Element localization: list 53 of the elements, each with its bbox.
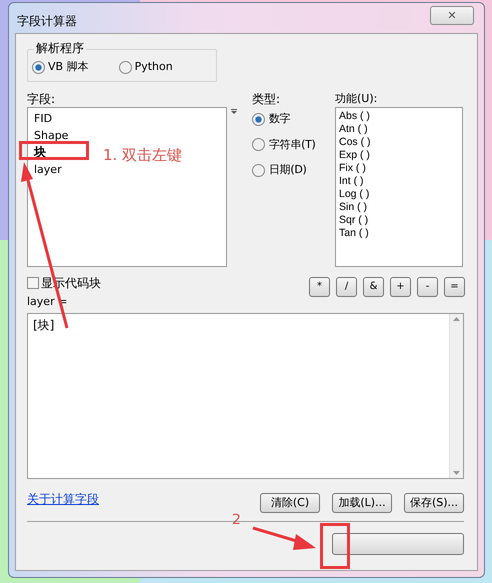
group-title: 解析程序	[34, 42, 86, 54]
dialog-button[interactable]: 加载(L)...	[332, 492, 392, 512]
radio-label: Python	[134, 59, 173, 76]
expression-text: [块]	[32, 316, 56, 334]
function-item[interactable]: Abs ( )	[339, 110, 370, 123]
operator-button[interactable]: +	[390, 277, 411, 297]
operator-button[interactable]: =	[444, 277, 465, 297]
highlight-box	[19, 141, 89, 160]
window-title: 字段计算器	[17, 13, 77, 30]
function-item[interactable]: Sqr ( )	[339, 214, 368, 227]
radio-button[interactable]	[252, 138, 265, 152]
function-item[interactable]: Cos ( )	[339, 136, 370, 149]
function-item[interactable]: Fix ( )	[339, 162, 366, 175]
scroll-up-icon[interactable]	[453, 316, 460, 320]
help-link[interactable]: 关于计算字段	[27, 490, 99, 508]
function-item[interactable]: Atn ( )	[339, 123, 368, 136]
radio-button[interactable]	[32, 61, 45, 74]
field-item[interactable]: 块	[33, 144, 47, 161]
field-item[interactable]: layer	[33, 161, 63, 178]
radio-button[interactable]	[118, 61, 132, 74]
function-item[interactable]: Exp ( )	[339, 149, 370, 162]
operator-button[interactable]: /	[336, 277, 357, 297]
caret-icon[interactable]	[231, 109, 237, 114]
field-label: 字段:	[27, 92, 56, 106]
radio-button[interactable]	[252, 164, 265, 177]
scroll-down-icon[interactable]	[453, 470, 460, 474]
radio-label: 数字	[269, 111, 290, 127]
annotation-text: 1. 双击左键	[103, 148, 182, 163]
function-item[interactable]: Sin ( )	[339, 201, 368, 214]
operator-button[interactable]: *	[309, 277, 330, 297]
function-item[interactable]: Tan ( )	[339, 227, 369, 240]
type-label: 类型:	[252, 92, 282, 106]
annotation-arrow	[252, 526, 316, 550]
field-item[interactable]: Shape	[33, 127, 70, 144]
dialog-button[interactable]: 清除(C)	[260, 492, 320, 512]
function-item[interactable]: Int ( )	[339, 175, 364, 188]
field-item[interactable]: FID	[33, 110, 54, 127]
function-label: 功能(U):	[335, 92, 378, 106]
radio-label: 字符串(T)	[269, 136, 316, 152]
close-button[interactable]: ✕	[430, 6, 474, 25]
radio-label: 日期(D)	[269, 162, 307, 178]
ok-button[interactable]	[332, 532, 464, 554]
operator-button[interactable]: &	[363, 277, 384, 297]
expression-field[interactable]: [块]	[27, 312, 464, 478]
scrollbar[interactable]	[449, 314, 463, 478]
radio-label: VB 脚本	[48, 59, 89, 76]
radio-button[interactable]	[252, 112, 265, 126]
checkbox[interactable]	[27, 277, 39, 289]
highlight-box	[320, 523, 350, 569]
function-item[interactable]: Log ( )	[339, 188, 370, 201]
annotation-text: 2	[232, 513, 241, 527]
operator-button[interactable]: -	[417, 277, 438, 297]
dialog-button[interactable]: 保存(S)...	[404, 492, 464, 512]
